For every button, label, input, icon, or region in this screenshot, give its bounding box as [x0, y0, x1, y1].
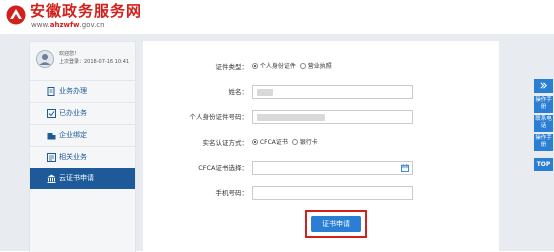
auth-method-label: 实名认证方式：	[202, 139, 249, 147]
apply-cert-button[interactable]: 证书申请	[311, 216, 361, 232]
name-label: 姓名：	[228, 88, 249, 96]
bank-icon	[47, 174, 56, 183]
sidebar-item-label: 企业绑定	[59, 131, 87, 139]
rail-expand-button[interactable]	[534, 79, 553, 93]
auth-radio-cfca[interactable]	[252, 138, 258, 145]
calendar-icon[interactable]	[401, 164, 409, 172]
site-header: 安徽政务服务网 www.ahzwfw.gov.cn	[0, 0, 554, 34]
cfca-cert-label: CFCA证书选择：	[198, 164, 248, 172]
name-field[interactable]	[252, 85, 413, 99]
id-number-label: 个人身份证件号码：	[189, 113, 249, 121]
phone-field[interactable]	[252, 186, 413, 200]
cert-type-radio-personal[interactable]	[252, 62, 258, 69]
enterprise-icon	[47, 133, 56, 140]
cert-type-option-label: 营业执照	[307, 63, 332, 70]
logo-icon	[6, 5, 26, 25]
rail-item-contact[interactable]: 联系电话	[534, 115, 553, 132]
avatar	[36, 50, 54, 68]
cert-type-radio-license[interactable]	[299, 62, 306, 69]
site-url: www.ahzwfw.gov.cn	[31, 21, 105, 29]
rail-item-manual-2[interactable]: 操作手册	[534, 134, 553, 151]
cert-type-label: 证件类型：	[215, 63, 249, 71]
auth-option-label: CFCA证书	[259, 139, 288, 146]
auth-radio-bank-card[interactable]	[291, 138, 298, 145]
done-icon	[47, 109, 56, 118]
rail-item-manual[interactable]: 操作手册	[534, 96, 553, 113]
sidebar-item-label: 相关业务	[59, 153, 87, 161]
double-chevron-right-icon	[540, 82, 547, 89]
sidebar-item-label: 业务办理	[59, 87, 87, 95]
cert-type-radio-group: 个人身份证件 营业执照	[252, 62, 332, 71]
submit-highlight: 证书申请	[305, 210, 367, 238]
auth-method-radio-group: CFCA证书 银行卡	[252, 138, 318, 147]
cert-type-option-label: 个人身份证件	[259, 63, 296, 70]
sidebar-item-label: 云证书申请	[59, 174, 94, 182]
auth-option-label: 银行卡	[299, 139, 318, 146]
phone-label: 手机号码：	[215, 189, 249, 197]
related-icon	[47, 153, 56, 162]
redacted-value	[257, 89, 273, 96]
user-panel: 欢迎您！ 上次登录：2018-07-16 10:41	[30, 42, 135, 78]
business-icon	[47, 87, 55, 96]
sidebar-item-label: 已办业务	[59, 109, 87, 117]
redacted-value	[257, 114, 325, 121]
rail-menu: 操作手册 联系电话 操作手册	[534, 96, 553, 154]
cfca-cert-field[interactable]	[252, 161, 413, 175]
id-number-field[interactable]	[252, 110, 413, 124]
site-title: 安徽政务服务网	[30, 2, 143, 20]
welcome-text: 欢迎您！	[59, 51, 80, 57]
back-to-top-button[interactable]: TOP	[534, 158, 553, 171]
